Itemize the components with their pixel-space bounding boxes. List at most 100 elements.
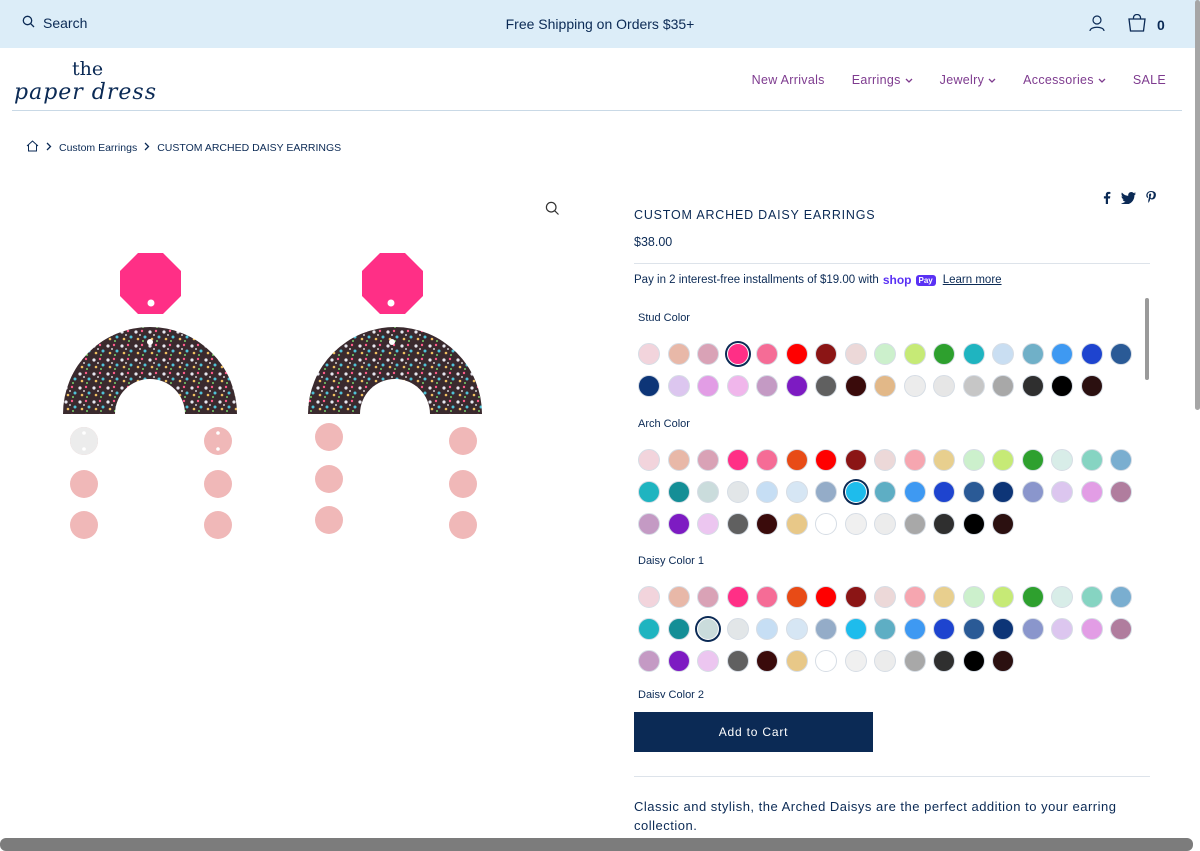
color-swatch[interactable] <box>1081 618 1103 640</box>
color-swatch[interactable] <box>874 650 896 672</box>
color-swatch[interactable] <box>815 343 837 365</box>
color-swatch[interactable] <box>756 343 778 365</box>
color-swatch[interactable] <box>697 375 719 397</box>
color-swatch[interactable] <box>963 449 985 471</box>
nav-earrings[interactable]: Earrings <box>852 73 913 87</box>
color-swatch[interactable] <box>638 650 660 672</box>
color-swatch[interactable] <box>845 449 867 471</box>
color-swatch[interactable] <box>1081 343 1103 365</box>
color-swatch[interactable] <box>727 481 749 503</box>
pinterest-icon[interactable] <box>1146 191 1156 204</box>
color-swatch[interactable] <box>668 513 690 535</box>
zoom-icon[interactable] <box>545 201 560 221</box>
color-swatch[interactable] <box>933 375 955 397</box>
color-swatch[interactable] <box>727 513 749 535</box>
color-swatch[interactable] <box>933 513 955 535</box>
color-swatch[interactable] <box>904 586 926 608</box>
color-swatch[interactable] <box>638 586 660 608</box>
color-swatch[interactable] <box>845 375 867 397</box>
product-image[interactable] <box>50 245 500 550</box>
color-swatch[interactable] <box>786 513 808 535</box>
home-icon[interactable] <box>26 140 39 155</box>
color-swatch[interactable] <box>904 618 926 640</box>
color-swatch[interactable] <box>845 343 867 365</box>
facebook-icon[interactable] <box>1103 191 1111 204</box>
color-swatch[interactable] <box>963 618 985 640</box>
color-swatch[interactable] <box>933 481 955 503</box>
color-swatch[interactable] <box>727 343 749 365</box>
color-swatch[interactable] <box>933 650 955 672</box>
logo[interactable]: the paper dress <box>14 54 164 108</box>
learn-more-link[interactable]: Learn more <box>943 274 1002 286</box>
color-swatch[interactable] <box>933 586 955 608</box>
color-swatch[interactable] <box>904 375 926 397</box>
color-swatch[interactable] <box>1051 343 1073 365</box>
color-swatch[interactable] <box>963 481 985 503</box>
color-swatch[interactable] <box>1051 449 1073 471</box>
color-swatch[interactable] <box>1110 449 1132 471</box>
color-swatch[interactable] <box>933 343 955 365</box>
color-swatch[interactable] <box>874 343 896 365</box>
color-swatch[interactable] <box>815 513 837 535</box>
color-swatch[interactable] <box>992 375 1014 397</box>
color-swatch[interactable] <box>992 650 1014 672</box>
color-swatch[interactable] <box>874 586 896 608</box>
color-swatch[interactable] <box>933 449 955 471</box>
color-swatch[interactable] <box>1051 375 1073 397</box>
color-swatch[interactable] <box>1022 618 1044 640</box>
color-swatch[interactable] <box>756 375 778 397</box>
color-swatch[interactable] <box>756 481 778 503</box>
color-swatch[interactable] <box>992 481 1014 503</box>
color-swatch[interactable] <box>697 449 719 471</box>
color-swatch[interactable] <box>1081 375 1103 397</box>
color-swatch[interactable] <box>963 343 985 365</box>
color-swatch[interactable] <box>963 375 985 397</box>
color-swatch[interactable] <box>1081 449 1103 471</box>
account-icon[interactable] <box>1088 14 1106 37</box>
color-swatch[interactable] <box>727 650 749 672</box>
color-swatch[interactable] <box>668 586 690 608</box>
color-swatch[interactable] <box>786 449 808 471</box>
color-swatch[interactable] <box>904 343 926 365</box>
nav-new-arrivals[interactable]: New Arrivals <box>752 73 825 87</box>
color-swatch[interactable] <box>697 513 719 535</box>
color-swatch[interactable] <box>1051 586 1073 608</box>
color-swatch[interactable] <box>874 375 896 397</box>
variant-options[interactable]: Stud Color Arch Color Daisy Color 1 Dais… <box>634 296 1144 698</box>
color-swatch[interactable] <box>727 586 749 608</box>
color-swatch[interactable] <box>756 618 778 640</box>
color-swatch[interactable] <box>815 586 837 608</box>
color-swatch[interactable] <box>845 618 867 640</box>
color-swatch[interactable] <box>786 586 808 608</box>
color-swatch[interactable] <box>756 650 778 672</box>
color-swatch[interactable] <box>874 618 896 640</box>
color-swatch[interactable] <box>904 449 926 471</box>
color-swatch[interactable] <box>786 650 808 672</box>
color-swatch[interactable] <box>815 481 837 503</box>
color-swatch[interactable] <box>815 375 837 397</box>
color-swatch[interactable] <box>756 586 778 608</box>
nav-sale[interactable]: SALE <box>1133 73 1166 87</box>
color-swatch[interactable] <box>786 481 808 503</box>
add-to-cart-button[interactable]: Add to Cart <box>634 712 873 752</box>
color-swatch[interactable] <box>1110 618 1132 640</box>
color-swatch[interactable] <box>992 618 1014 640</box>
color-swatch[interactable] <box>963 513 985 535</box>
color-swatch[interactable] <box>933 618 955 640</box>
color-swatch[interactable] <box>668 481 690 503</box>
color-swatch[interactable] <box>874 449 896 471</box>
color-swatch[interactable] <box>1110 586 1132 608</box>
color-swatch[interactable] <box>1022 343 1044 365</box>
twitter-icon[interactable] <box>1121 191 1136 204</box>
color-swatch[interactable] <box>1051 481 1073 503</box>
color-swatch[interactable] <box>1081 481 1103 503</box>
color-swatch[interactable] <box>697 343 719 365</box>
color-swatch[interactable] <box>1081 586 1103 608</box>
color-swatch[interactable] <box>904 481 926 503</box>
nav-accessories[interactable]: Accessories <box>1023 73 1106 87</box>
color-swatch[interactable] <box>727 375 749 397</box>
color-swatch[interactable] <box>874 513 896 535</box>
color-swatch[interactable] <box>668 618 690 640</box>
color-swatch[interactable] <box>845 650 867 672</box>
color-swatch[interactable] <box>668 449 690 471</box>
